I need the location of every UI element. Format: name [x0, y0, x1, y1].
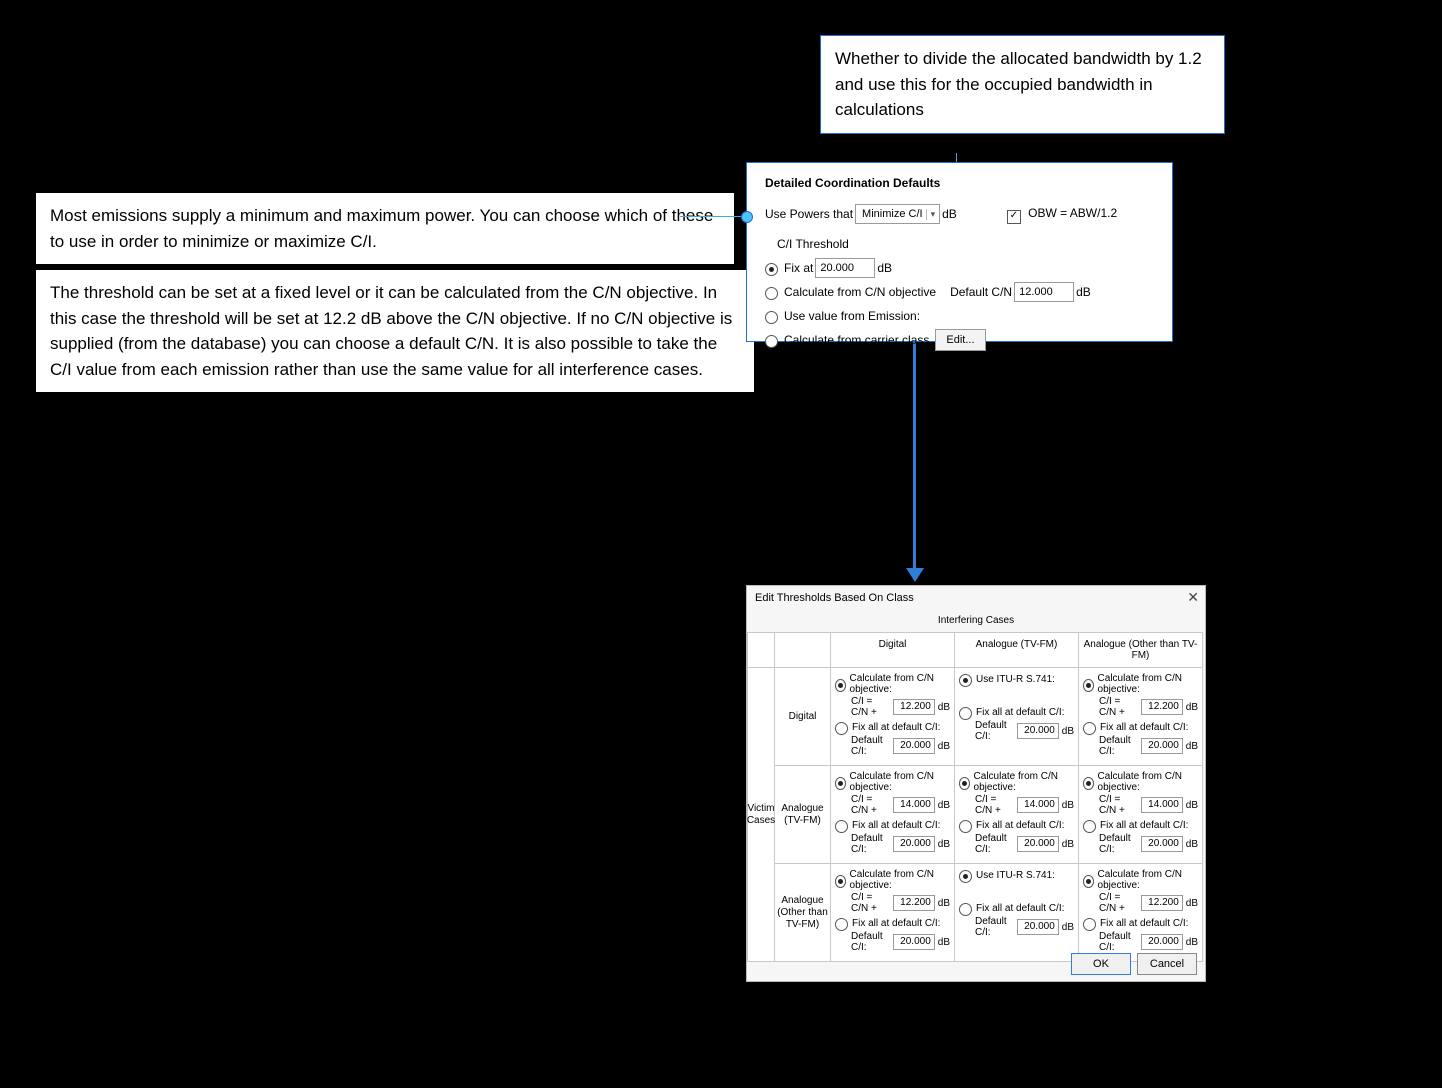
col-header-digital: Digital: [831, 633, 955, 668]
default-ci-input[interactable]: 20.000: [1141, 738, 1183, 754]
cn-offset-input[interactable]: 12.200: [1141, 895, 1183, 911]
row-header-digital: Digital: [775, 668, 831, 766]
detailed-coord-panel: Detailed Coordination Defaults Use Power…: [746, 162, 1173, 342]
default-cn-label: Default C/N: [950, 285, 1012, 299]
cn-offset-input[interactable]: 14.000: [1141, 797, 1183, 813]
cn-offset-input[interactable]: 14.000: [1017, 797, 1059, 813]
fix-at-value-input[interactable]: 20.000: [815, 258, 875, 278]
cell-tvfm-other: Calculate from C/N objective: C/I = C/N …: [1079, 766, 1203, 864]
cell-tvfm-digital: Calculate from C/N objective: C/I = C/N …: [831, 766, 955, 864]
cell-digital-tvfm: Use ITU-R S.741: Fix all at default C/I:…: [955, 668, 1079, 766]
callout-threshold: The threshold can be set at a fixed leve…: [36, 270, 754, 392]
radio-fix[interactable]: [959, 903, 972, 916]
radio-fix[interactable]: [959, 707, 972, 720]
dialog-title: Edit Thresholds Based On Class: [755, 592, 914, 604]
cell-digital-other: Calculate from C/N objective: C/I = C/N …: [1079, 668, 1203, 766]
default-ci-input[interactable]: 20.000: [1141, 934, 1183, 950]
radio-itu[interactable]: [959, 674, 972, 687]
radio-carrier-class-label: Calculate from carrier class: [784, 333, 929, 347]
radio-carrier-class[interactable]: [765, 335, 778, 348]
radio-calc[interactable]: [1083, 875, 1094, 888]
use-powers-select[interactable]: Minimize C/I ▾: [855, 204, 940, 224]
radio-calc[interactable]: [1083, 777, 1094, 790]
connector-arrow-head: [906, 568, 924, 582]
radio-fix-at-label: Fix at: [784, 261, 813, 275]
radio-fix[interactable]: [835, 722, 848, 735]
use-powers-label: Use Powers that: [765, 207, 853, 221]
ok-button[interactable]: OK: [1071, 953, 1131, 975]
default-cn-input[interactable]: 12.000: [1014, 282, 1074, 302]
ci-threshold-label: C/I Threshold: [777, 237, 849, 251]
row-header-other: Analogue (Other than TV-FM): [775, 864, 831, 962]
callout-obw: Whether to divide the allocated bandwidt…: [820, 35, 1225, 134]
cell-tvfm-tvfm: Calculate from C/N objective: C/I = C/N …: [955, 766, 1079, 864]
cell-digital-digital: Calculate from C/N objective: C/I = C/N …: [831, 668, 955, 766]
cn-offset-input[interactable]: 12.200: [893, 699, 935, 715]
radio-emission[interactable]: [765, 311, 778, 324]
radio-fix-at[interactable]: [765, 263, 778, 276]
radio-fix[interactable]: [1083, 820, 1096, 833]
default-ci-input[interactable]: 20.000: [893, 836, 935, 852]
cn-offset-input[interactable]: 14.000: [893, 797, 935, 813]
cell-other-digital: Calculate from C/N objective: C/I = C/N …: [831, 864, 955, 962]
use-powers-select-value: Minimize C/I: [856, 208, 926, 220]
col-header-tvfm: Analogue (TV-FM): [955, 633, 1079, 668]
default-cn-unit: dB: [1076, 285, 1091, 299]
default-ci-input[interactable]: 20.000: [1017, 836, 1059, 852]
radio-fix[interactable]: [835, 820, 848, 833]
use-powers-unit: dB: [942, 207, 957, 221]
default-ci-input[interactable]: 20.000: [1017, 919, 1059, 935]
edit-thresholds-dialog: Edit Thresholds Based On Class ✕ Interfe…: [746, 585, 1206, 982]
default-ci-input[interactable]: 20.000: [1141, 836, 1183, 852]
radio-calc[interactable]: [959, 777, 970, 790]
radio-fix[interactable]: [835, 918, 848, 931]
radio-fix[interactable]: [1083, 918, 1096, 931]
callout-powers: Most emissions supply a minimum and maxi…: [36, 193, 734, 264]
victim-cases-heading: Victim Cases: [747, 668, 775, 962]
edit-button[interactable]: Edit...: [935, 329, 985, 351]
radio-calc-cn[interactable]: [765, 287, 778, 300]
cn-offset-input[interactable]: 12.200: [1141, 699, 1183, 715]
close-icon[interactable]: ✕: [1187, 589, 1199, 606]
radio-itu[interactable]: [959, 870, 972, 883]
default-ci-input[interactable]: 20.000: [1017, 723, 1059, 739]
row-header-tvfm: Analogue (TV-FM): [775, 766, 831, 864]
radio-fix[interactable]: [959, 820, 972, 833]
default-ci-input[interactable]: 20.000: [893, 738, 935, 754]
threshold-matrix: Digital Analogue (TV-FM) Analogue (Other…: [747, 632, 1203, 962]
radio-calc[interactable]: [835, 679, 846, 692]
connector-dot: [741, 211, 753, 223]
cn-offset-input[interactable]: 12.200: [893, 895, 935, 911]
radio-fix[interactable]: [1083, 722, 1096, 735]
col-header-other: Analogue (Other than TV-FM): [1079, 633, 1203, 668]
connector-arrow-line: [913, 340, 916, 570]
radio-calc[interactable]: [835, 777, 846, 790]
chevron-down-icon: ▾: [926, 209, 940, 220]
panel1-title: Detailed Coordination Defaults: [765, 176, 1172, 190]
obw-label: OBW = ABW/1.2: [1028, 206, 1117, 220]
radio-calc[interactable]: [835, 875, 846, 888]
radio-emission-label: Use value from Emission:: [784, 309, 920, 323]
default-ci-input[interactable]: 20.000: [893, 934, 935, 950]
obw-checkbox[interactable]: ✓: [1007, 210, 1021, 224]
fix-at-unit: dB: [877, 261, 892, 275]
radio-calc-cn-label: Calculate from C/N objective: [784, 285, 936, 299]
cell-other-other: Calculate from C/N objective: C/I = C/N …: [1079, 864, 1203, 962]
cancel-button[interactable]: Cancel: [1137, 953, 1197, 975]
interfering-cases-heading: Interfering Cases: [747, 609, 1205, 632]
radio-calc[interactable]: [1083, 679, 1094, 692]
cell-other-tvfm: Use ITU-R S.741: Fix all at default C/I:…: [955, 864, 1079, 962]
